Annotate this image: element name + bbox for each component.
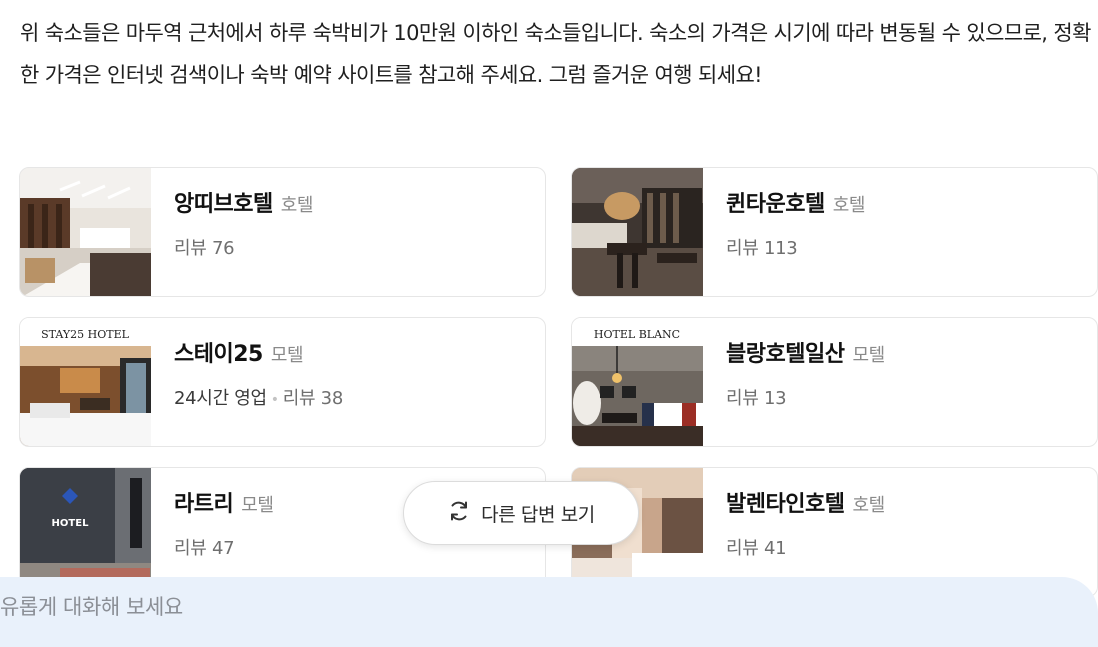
place-card-blanc[interactable]: HOTEL BLANC 블랑호텔일산 모텔 리뷰 13: [571, 317, 1098, 447]
review-count: 리뷰 38: [282, 388, 344, 409]
thumb-sign: STAY25 HOTEL: [41, 328, 130, 341]
review-count: 리뷰 41: [726, 538, 787, 559]
chat-input-bar: [0, 577, 1098, 647]
place-name: 라트리: [174, 492, 234, 517]
thumb-sign: HOTEL BLANC: [594, 328, 680, 341]
place-category: 모텔: [852, 345, 885, 366]
other-answer-label: 다른 답변 보기: [481, 503, 595, 526]
place-name: 발렌타인호텔: [726, 492, 845, 517]
place-category: 호텔: [280, 195, 314, 216]
place-card-queentown[interactable]: 퀸타운호텔 호텔 리뷰 113: [571, 167, 1098, 297]
place-thumbnail: [572, 168, 703, 296]
refresh-icon: [447, 499, 471, 528]
thumb-sign: HOTEL: [52, 518, 90, 529]
place-thumbnail: [20, 168, 151, 296]
place-name: 블랑호텔일산: [726, 342, 845, 367]
review-count: 리뷰 113: [726, 238, 798, 259]
review-count: 리뷰 76: [174, 238, 235, 259]
chat-input[interactable]: [0, 577, 1000, 636]
place-card-stay25[interactable]: STAY25 HOTEL 스테이25 모텔 24시간 영업 • 리뷰 38: [19, 317, 546, 447]
answer-text: 위 숙소들은 마두역 근처에서 하루 숙박비가 10만원 이하인 숙소들입니다.…: [20, 21, 1091, 87]
place-category: 모텔: [241, 495, 274, 516]
separator-dot: •: [270, 392, 279, 408]
business-hours: 24시간 영업: [174, 388, 267, 409]
place-thumbnail: HOTEL BLANC: [572, 318, 703, 446]
place-name: 스테이25: [174, 342, 263, 367]
place-category: 호텔: [832, 195, 866, 216]
place-name: 퀸타운호텔: [726, 192, 825, 217]
place-name: 앙띠브호텔: [174, 192, 273, 217]
review-count: 리뷰 47: [174, 538, 235, 559]
place-thumbnail: STAY25 HOTEL: [20, 318, 151, 446]
other-answer-button[interactable]: 다른 답변 보기: [403, 481, 639, 545]
place-card-antibes[interactable]: 앙띠브호텔 호텔 리뷰 76: [19, 167, 546, 297]
place-category: 모텔: [270, 345, 304, 366]
review-count: 리뷰 13: [726, 388, 787, 409]
place-category: 호텔: [852, 495, 885, 516]
